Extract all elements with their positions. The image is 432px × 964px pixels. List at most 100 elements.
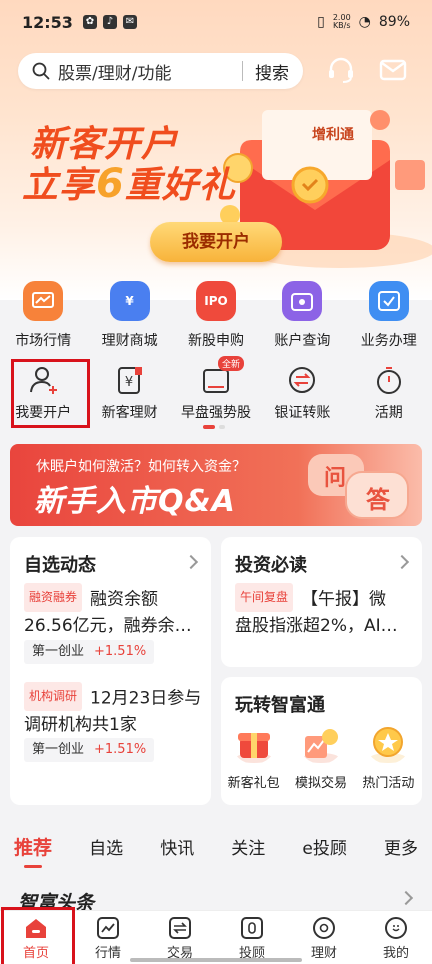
feature-grid-row-1: 市场行情 ¥ 理财商城 IPO 新股申购 账户查询 业务办理 [0, 281, 432, 350]
must-read-news[interactable]: 午间复盘 【午报】微 盘股指涨超2%，AI… [235, 583, 419, 639]
banner-headline-2: 立享6重好礼 [22, 161, 236, 207]
grid-item-label: 市场行情 [15, 333, 72, 349]
nav-label: 理财 [310, 946, 337, 961]
nav-profile[interactable]: 我的 [360, 911, 432, 964]
play-item-gift[interactable]: 新客礼包 [228, 722, 280, 791]
gift-icon [235, 733, 272, 763]
stock-chip[interactable]: 第一创业 +1.51% [24, 640, 155, 664]
watchlist-news-2[interactable]: 机构调研 12月23日参与 调研机构共1家 [24, 682, 206, 738]
grid-item-current-deposit[interactable]: 活期 [346, 362, 432, 422]
play-item-label: 热门活动 [362, 776, 415, 791]
account-query-icon [282, 281, 323, 321]
battery-level: 89% [378, 14, 410, 30]
grid-item-label: 银证转账 [274, 405, 331, 421]
tab-watchlist[interactable]: 自选 [89, 834, 123, 859]
grid-item-label: 业务办理 [360, 333, 417, 349]
ipo-icon: IPO [195, 281, 236, 321]
grid-item-label: 活期 [374, 405, 403, 421]
qa-title: 新手入市Q&A [34, 484, 236, 519]
play-title: 玩转智富通 [235, 695, 325, 716]
watchlist-news-1[interactable]: 融资融券 融资余额 26.56亿元，融券余… [24, 583, 206, 639]
qa-banner[interactable]: 休眠户如何激活？如何转入资金？ 新手入市Q&A 问 答 [10, 444, 422, 526]
chevron-right-icon[interactable] [183, 554, 199, 570]
search-bar[interactable]: 股票/理财/功能 搜索 [18, 53, 303, 89]
play-item-label: 新客礼包 [227, 776, 280, 791]
qa-bubble-answer: 答 [366, 486, 390, 514]
grid-item-label: 账户查询 [274, 333, 331, 349]
hot-activity-icon [370, 727, 407, 763]
grid-item-account-query[interactable]: 账户查询 [259, 281, 345, 350]
gesture-bar[interactable] [130, 958, 302, 962]
search-input[interactable]: 股票/理财/功能 [58, 59, 242, 84]
simulate-icon [302, 729, 339, 763]
qa-bubbles [308, 454, 409, 519]
stock-chip[interactable]: 第一创业 +1.51% [24, 738, 155, 762]
status-bar: 12:53 ✿ ♪ ✉ ▯ 2.00 KB/s ◔ 89% [0, 0, 432, 44]
tiktok-icon: ♪ [102, 15, 117, 29]
grid-item-label: 新股申购 [187, 333, 244, 349]
play-item-hot-activity[interactable]: 热门活动 [362, 722, 414, 791]
tab-follow[interactable]: 关注 [231, 834, 265, 859]
search-icon [32, 62, 50, 80]
search-divider [242, 61, 243, 81]
market-icon [97, 917, 119, 939]
news-tag: 融资融券 [24, 583, 83, 612]
chart-icon [23, 281, 64, 321]
svg-text:¥: ¥ [124, 375, 132, 390]
grid-item-morning-stock[interactable]: 全新 早盘强势股 [173, 356, 259, 422]
profile-icon [385, 917, 407, 939]
nav-label: 行情 [94, 946, 121, 961]
vibrate-icon: ▯ [317, 14, 325, 30]
finance-icon [313, 917, 335, 939]
watchlist-title: 自选动态 [24, 555, 96, 576]
nav-market[interactable]: 行情 [72, 911, 144, 964]
search-button[interactable]: 搜索 [255, 59, 289, 84]
grid-item-new-finance[interactable]: ¥ 新客理财 [86, 362, 172, 422]
nav-finance[interactable]: 理财 [288, 911, 360, 964]
grid-item-market[interactable]: 市场行情 [0, 281, 86, 350]
page-indicator [203, 425, 225, 429]
play-items: 新客礼包 模拟交易 热门活动 [220, 722, 422, 791]
wifi-icon: ◔ [358, 14, 371, 30]
status-time: 12:53 [22, 12, 73, 32]
grid-item-label: 理财商城 [101, 333, 158, 349]
grid-item-label: 早盘强势股 [180, 405, 251, 421]
open-account-button[interactable]: 我要开户 [150, 222, 282, 262]
qa-subtitle: 休眠户如何激活？如何转入资金？ [36, 459, 246, 475]
tab-recommend[interactable]: 推荐 [14, 833, 52, 868]
nav-trade[interactable]: 交易 [144, 911, 216, 964]
mail-icon[interactable] [378, 55, 408, 85]
tab-more[interactable]: 更多 [384, 834, 418, 859]
advisor-icon [241, 917, 263, 939]
grid-item-transfer[interactable]: 银证转账 [259, 362, 345, 422]
nav-advisor[interactable]: 投顾 [216, 911, 288, 964]
qa-bubble-question: 问 [324, 466, 347, 491]
morning-stock-icon: 全新 [198, 356, 244, 398]
tab-flash[interactable]: 快讯 [160, 834, 194, 859]
stopwatch-icon [371, 362, 407, 398]
headset-icon[interactable] [326, 55, 356, 85]
status-right: ▯ 2.00 KB/s ◔ 89% [317, 14, 410, 31]
new-badge: 全新 [217, 356, 244, 371]
must-read-card[interactable]: 投资必读 午间复盘 【午报】微 盘股指涨超2%，AI… [221, 537, 422, 667]
page-dot-active [203, 425, 215, 429]
feed-tabs: 推荐 自选 快讯 关注 e投顾 更多 [0, 826, 432, 868]
transfer-icon [284, 362, 320, 398]
play-item-simulate[interactable]: 模拟交易 [295, 722, 347, 791]
must-read-title: 投资必读 [235, 555, 307, 576]
grid-item-business[interactable]: 业务办理 [346, 281, 432, 350]
chevron-right-icon[interactable] [398, 890, 414, 906]
new-finance-icon: ¥ [112, 362, 148, 398]
nav-label: 我的 [382, 946, 409, 961]
chevron-right-icon[interactable] [394, 554, 410, 570]
tab-advisor[interactable]: e投顾 [302, 834, 346, 859]
grid-item-finance-mall[interactable]: ¥ 理财商城 [86, 281, 172, 350]
highlight-box-home [1, 907, 75, 964]
grid-item-label: 新客理财 [101, 405, 158, 421]
watchlist-card[interactable]: 自选动态 融资融券 融资余额 26.56亿元，融券余… 第一创业 +1.51% 机构调… [10, 537, 211, 805]
trade-icon [169, 917, 191, 939]
highlight-box-open-account [11, 359, 90, 428]
business-icon [368, 281, 409, 321]
message-notification-icon: ✉ [122, 15, 137, 29]
grid-item-ipo[interactable]: IPO 新股申购 [173, 281, 259, 350]
